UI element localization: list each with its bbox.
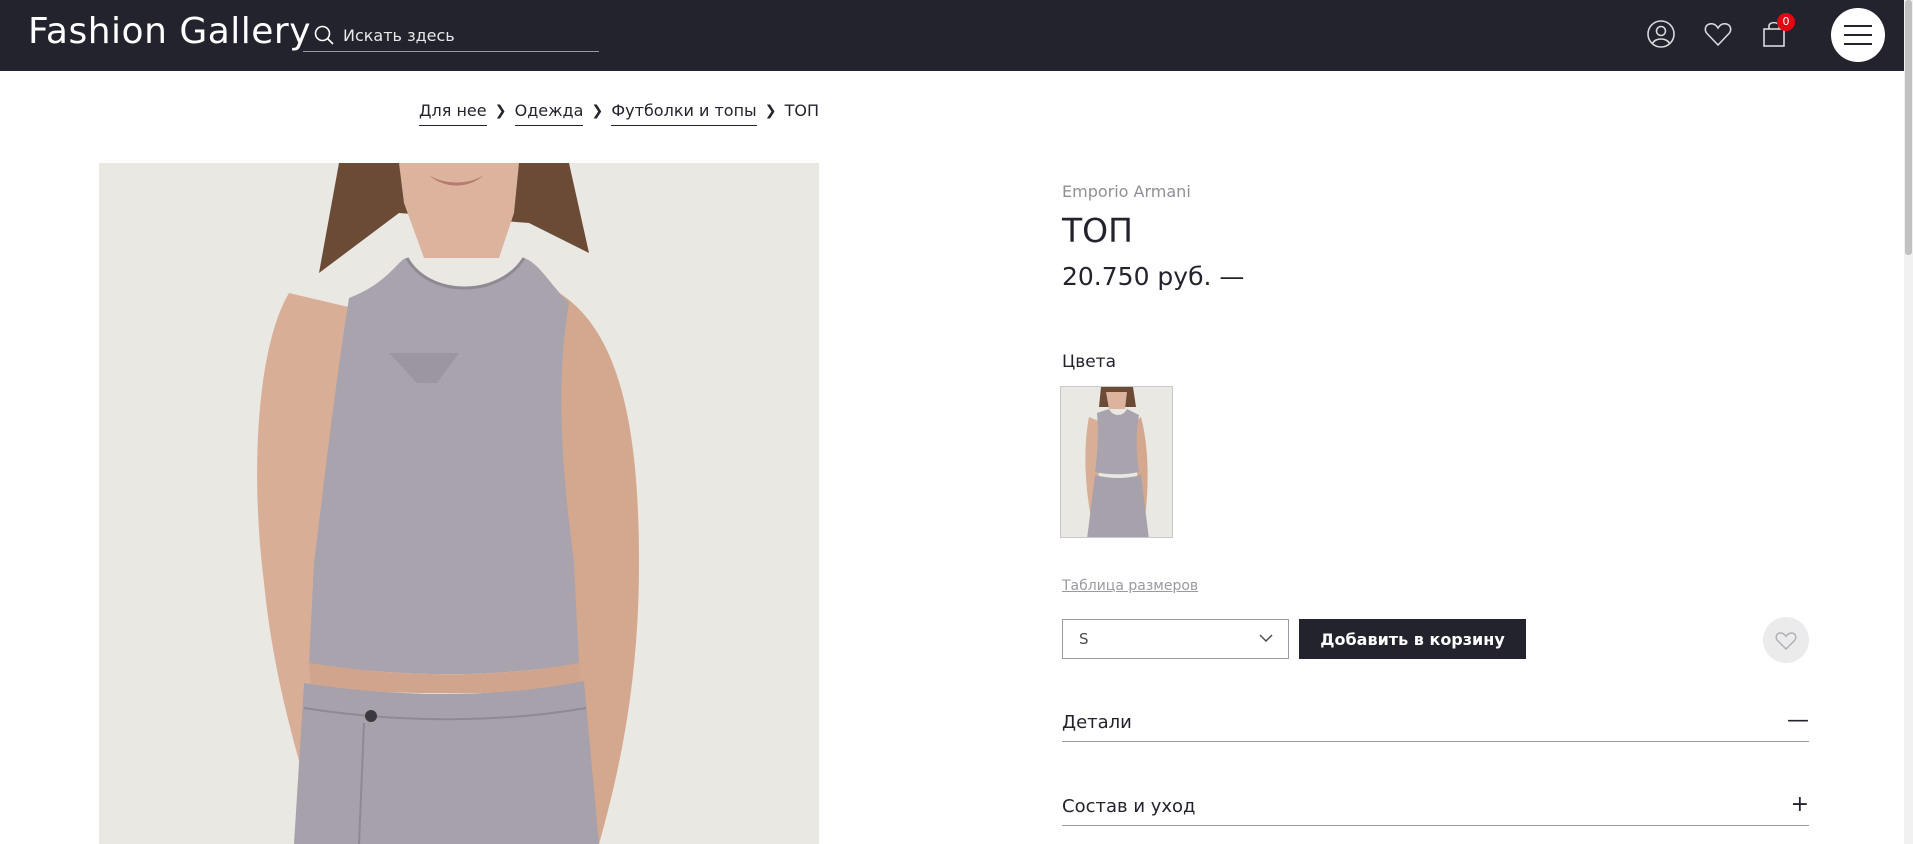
breadcrumb-item-clothing[interactable]: Одежда bbox=[514, 101, 584, 126]
search-input[interactable] bbox=[343, 24, 593, 46]
size-select[interactable]: S bbox=[1062, 619, 1289, 659]
product-brand[interactable]: Emporio Armani bbox=[1062, 182, 1191, 201]
accordion-composition-label: Состав и уход bbox=[1062, 796, 1196, 817]
breadcrumb: Для нее ❯ Одежда ❯ Футболки и топы ❯ ТОП bbox=[419, 101, 819, 131]
menu-button[interactable] bbox=[1831, 8, 1885, 62]
selected-size: S bbox=[1079, 630, 1089, 648]
breadcrumb-item-for-her[interactable]: Для нее bbox=[419, 101, 487, 126]
product-price: 20.750 руб. — bbox=[1062, 262, 1245, 291]
breadcrumb-current: ТОП bbox=[784, 101, 820, 120]
size-table-link[interactable]: Таблица размеров bbox=[1062, 578, 1198, 594]
menu-icon-line bbox=[1844, 34, 1872, 36]
chevron-right-icon: ❯ bbox=[494, 103, 507, 119]
search-bar bbox=[303, 21, 599, 52]
heart-icon[interactable] bbox=[1702, 18, 1734, 50]
menu-icon-line bbox=[1844, 43, 1872, 45]
accordion-details-label: Детали bbox=[1062, 712, 1132, 733]
chevron-down-icon bbox=[1259, 634, 1273, 642]
chevron-right-icon: ❯ bbox=[591, 103, 604, 119]
colors-label: Цвета bbox=[1062, 352, 1116, 372]
expand-icon: + bbox=[1790, 792, 1809, 817]
product-photo bbox=[99, 163, 819, 844]
accordion-composition-care[interactable]: Состав и уход + bbox=[1062, 792, 1809, 826]
add-to-wishlist-button[interactable] bbox=[1763, 617, 1809, 663]
logo[interactable]: Fashion Gallery bbox=[28, 11, 311, 52]
add-to-cart-button[interactable]: Добавить в корзину bbox=[1299, 619, 1526, 659]
page-scrollbar[interactable] bbox=[1904, 0, 1913, 844]
cart-count-badge: 0 bbox=[1777, 13, 1795, 31]
scrollbar-thumb[interactable] bbox=[1905, 0, 1912, 255]
chevron-right-icon: ❯ bbox=[764, 103, 777, 119]
accordion-details[interactable]: Детали — bbox=[1062, 708, 1809, 742]
color-swatch-grey[interactable] bbox=[1060, 386, 1173, 538]
product-title: ТОП bbox=[1062, 211, 1133, 250]
site-header: Fashion Gallery 0 bbox=[0, 0, 1904, 71]
collapse-icon: — bbox=[1787, 708, 1809, 733]
breadcrumb-item-tshirts-tops[interactable]: Футболки и топы bbox=[611, 101, 757, 126]
color-swatch-image bbox=[1061, 387, 1172, 537]
menu-icon bbox=[1844, 25, 1872, 27]
user-icon[interactable] bbox=[1645, 18, 1677, 50]
product-main-image[interactable] bbox=[99, 163, 819, 844]
search-icon[interactable] bbox=[313, 24, 335, 46]
heart-icon bbox=[1775, 632, 1797, 651]
